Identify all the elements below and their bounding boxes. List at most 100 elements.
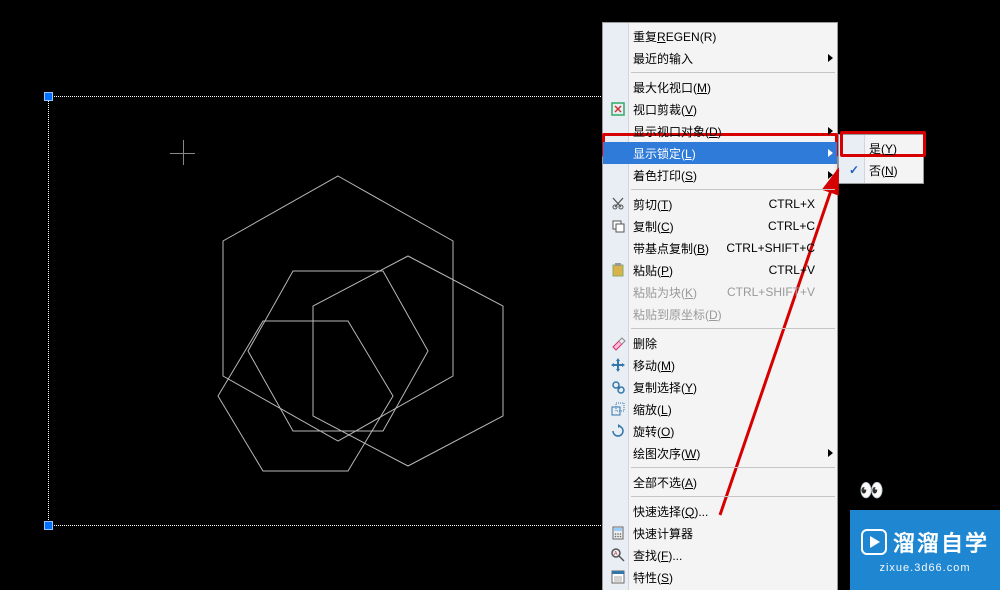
- menu-item-label: 绘图次序(W): [629, 445, 833, 462]
- calc-icon: [607, 522, 629, 544]
- submenu-display-lock[interactable]: 是(Y)✓否(N): [838, 134, 924, 184]
- menu-separator: [631, 189, 835, 190]
- menu-item-label: 粘贴(P): [629, 262, 769, 279]
- submenu-arrow-icon: [828, 47, 833, 69]
- menu-item-label: 复制选择(Y): [629, 379, 833, 396]
- menu-item[interactable]: 着色打印(S): [603, 164, 837, 186]
- menu-item[interactable]: 快速计算器: [603, 522, 837, 544]
- menu-item-label: 粘贴到原坐标(D): [629, 306, 833, 323]
- decorative-eyes-icon: 👀: [859, 478, 878, 503]
- blank-icon: [607, 120, 629, 142]
- blank-icon: [607, 281, 629, 303]
- blank-icon: [607, 500, 629, 522]
- blank-icon: [607, 142, 629, 164]
- menu-item-label: 缩放(L): [629, 401, 833, 418]
- menu-item-label: 特性(S): [629, 569, 833, 586]
- menu-item[interactable]: 粘贴(P)CTRL+V: [603, 259, 837, 281]
- menu-item[interactable]: 缩放(L): [603, 398, 837, 420]
- menu-item: 粘贴为块(K)CTRL+SHIFT+V: [603, 281, 837, 303]
- clip-icon: [607, 98, 629, 120]
- blank-icon: [607, 303, 629, 325]
- blank-icon: [607, 237, 629, 259]
- submenu-arrow-icon: [828, 442, 833, 464]
- rotate-icon: [607, 420, 629, 442]
- menu-item[interactable]: 复制(C)CTRL+C: [603, 215, 837, 237]
- menu-item-label: 查找(F)...: [629, 547, 833, 564]
- submenu-arrow-icon: [828, 142, 833, 164]
- paste-icon: [607, 259, 629, 281]
- menu-item[interactable]: 视口剪裁(V): [603, 98, 837, 120]
- menu-item[interactable]: 特性(S): [603, 566, 837, 588]
- play-icon: [861, 529, 887, 555]
- scale-icon: [607, 398, 629, 420]
- cut-icon: [607, 193, 629, 215]
- menu-item[interactable]: 移动(M): [603, 354, 837, 376]
- menu-item-label: 重复REGEN(R): [629, 28, 833, 45]
- menu-item-label: 着色打印(S): [629, 167, 833, 184]
- blank-icon: [607, 76, 629, 98]
- check-icon: ✓: [843, 159, 865, 181]
- submenu-item-label: 是(Y): [865, 140, 919, 157]
- erase-icon: [607, 332, 629, 354]
- menu-item-label: 粘贴为块(K): [629, 284, 727, 301]
- menu-item[interactable]: 最大化视口(M): [603, 76, 837, 98]
- menu-item-shortcut: CTRL+SHIFT+C: [726, 241, 833, 255]
- submenu-item[interactable]: ✓否(N): [839, 159, 923, 181]
- blank-icon: [607, 47, 629, 69]
- copysel-icon: [607, 376, 629, 398]
- menu-item[interactable]: 旋转(O): [603, 420, 837, 442]
- submenu-item-label: 否(N): [865, 162, 919, 179]
- menu-item[interactable]: 全部不选(A): [603, 471, 837, 493]
- context-menu[interactable]: 重复REGEN(R) 最近的输入最大化视口(M) 视口剪裁(V) 显示视口对象(D) 显…: [602, 22, 838, 590]
- menu-item-label: 最大化视口(M): [629, 79, 833, 96]
- menu-separator: [631, 328, 835, 329]
- menu-separator: [631, 467, 835, 468]
- menu-item: 粘贴到原坐标(D): [603, 303, 837, 325]
- menu-item[interactable]: 删除: [603, 332, 837, 354]
- menu-item[interactable]: 带基点复制(B)CTRL+SHIFT+C: [603, 237, 837, 259]
- menu-item-label: 带基点复制(B): [629, 240, 726, 257]
- blank-icon: [607, 25, 629, 47]
- menu-item[interactable]: 快速选择(Q)...: [603, 500, 837, 522]
- menu-item-label: 视口剪裁(V): [629, 101, 833, 118]
- submenu-arrow-icon: [828, 120, 833, 142]
- menu-item[interactable]: 显示锁定(L): [603, 142, 837, 164]
- menu-item-shortcut: CTRL+SHIFT+V: [727, 285, 833, 299]
- menu-item-label: 快速选择(Q)...: [629, 503, 833, 520]
- props-icon: [607, 566, 629, 588]
- blank-icon: [607, 442, 629, 464]
- move-icon: [607, 354, 629, 376]
- menu-item[interactable]: A查找(F)...: [603, 544, 837, 566]
- menu-item-label: 最近的输入: [629, 50, 833, 67]
- blank-icon: [607, 164, 629, 186]
- menu-item-label: 显示视口对象(D): [629, 123, 833, 140]
- watermark-logo: 溜溜自学 zixue.3d66.com: [850, 510, 1000, 590]
- menu-item-label: 显示锁定(L): [629, 145, 833, 162]
- menu-item[interactable]: 最近的输入: [603, 47, 837, 69]
- submenu-arrow-icon: [828, 164, 833, 186]
- menu-item-label: 旋转(O): [629, 423, 833, 440]
- menu-item-shortcut: CTRL+X: [769, 197, 833, 211]
- watermark-url: zixue.3d66.com: [879, 562, 970, 574]
- menu-item-label: 剪切(T): [629, 196, 769, 213]
- grip-bottom-left[interactable]: [44, 521, 53, 530]
- menu-separator: [631, 72, 835, 73]
- menu-item-shortcut: CTRL+V: [769, 263, 833, 277]
- menu-item[interactable]: 复制选择(Y): [603, 376, 837, 398]
- menu-item[interactable]: 重复REGEN(R): [603, 25, 837, 47]
- watermark-brand: 溜溜自学: [893, 526, 989, 558]
- menu-item-label: 删除: [629, 335, 833, 352]
- blank-icon: [607, 471, 629, 493]
- cad-viewport-selection[interactable]: [48, 96, 633, 526]
- menu-separator: [631, 496, 835, 497]
- menu-item-label: 快速计算器: [629, 525, 833, 542]
- blank-icon: [843, 137, 865, 159]
- menu-item-label: 全部不选(A): [629, 474, 833, 491]
- menu-item-label: 复制(C): [629, 218, 768, 235]
- grip-top-left[interactable]: [44, 92, 53, 101]
- menu-item[interactable]: 剪切(T)CTRL+X: [603, 193, 837, 215]
- menu-item[interactable]: 绘图次序(W): [603, 442, 837, 464]
- menu-item[interactable]: 显示视口对象(D): [603, 120, 837, 142]
- menu-item-label: 移动(M): [629, 357, 833, 374]
- submenu-item[interactable]: 是(Y): [839, 137, 923, 159]
